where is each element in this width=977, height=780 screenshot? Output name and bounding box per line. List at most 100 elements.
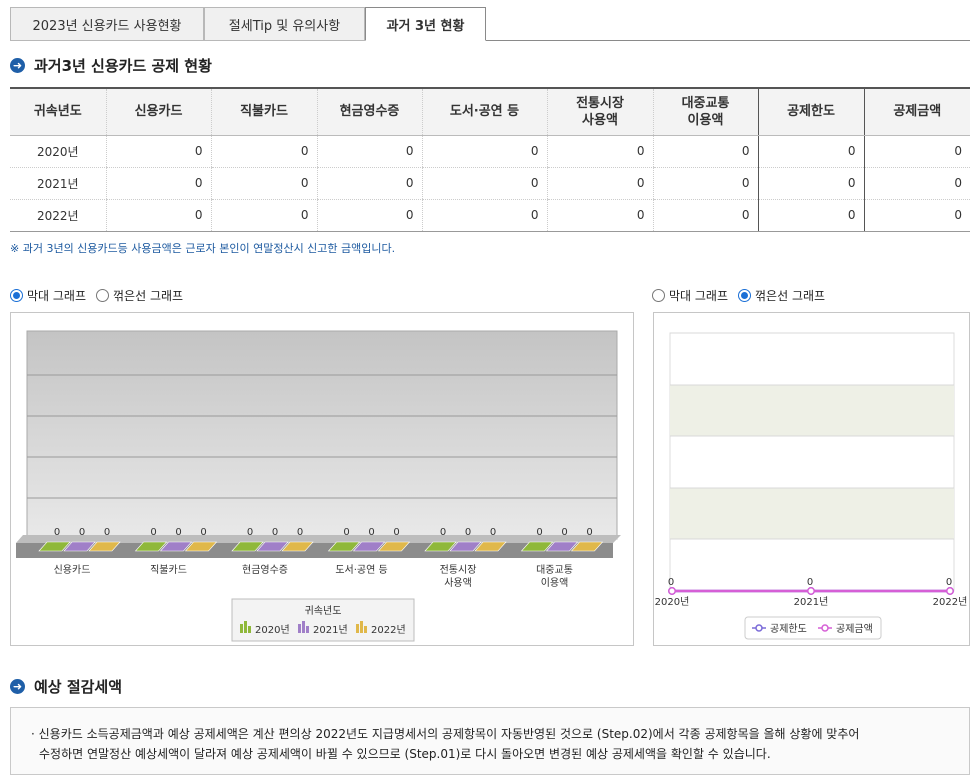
plot-band: [670, 385, 954, 436]
bar-data-label: 0: [343, 527, 349, 538]
table-cell-value: 0: [316, 167, 422, 200]
tab-tax-tips[interactable]: 절세Tip 및 유의사항: [204, 7, 365, 41]
line-chart: 0 2020년 0 2021년 0 2022년공제한도 공제금액: [655, 332, 968, 640]
table-cell-value: 0: [210, 199, 317, 232]
legend-marker: [821, 624, 829, 632]
table-cell-value: 0: [546, 167, 653, 200]
section-title-text: 과거3년 신용카드 공제 현황: [34, 57, 212, 75]
legend-swatch: [306, 626, 309, 633]
legend-swatch: [360, 621, 363, 633]
left-chart-type-toggle: 막대 그래프 꺾은선 그래프: [10, 287, 193, 304]
table-cell-value: 0: [546, 199, 653, 232]
legend-title: 귀속년도: [305, 605, 342, 617]
legend-label: 공제금액: [836, 623, 873, 635]
data-point: [946, 587, 954, 595]
line-chart-panel: 0 2020년 0 2021년 0 2022년 공제한도 공제금액: [653, 312, 970, 646]
col-header-limit: 공제한도: [757, 88, 864, 136]
bar-chart: 0 0 0 신용카드 0 0 0 직불카드 0 0 0 현금영수증 0 0 0 도서·공연 등 0 0 0 전통시장사…: [16, 330, 621, 642]
category-label: 대중교통: [536, 564, 573, 576]
plot-background: [26, 330, 618, 540]
legend-marker: [755, 624, 763, 632]
legend-label: 2022년: [371, 624, 406, 636]
tab-2023-usage[interactable]: 2023년 신용카드 사용현황: [10, 7, 204, 41]
table-cell-value: 0: [421, 135, 547, 168]
table-cell-value: 0: [863, 135, 970, 168]
table-header-row: 귀속년도 신용카드 직불카드 현금영수증 도서·공연 등 전통시장 사용액 대중교…: [10, 88, 970, 136]
x-tick-label: 2020년: [655, 596, 690, 608]
radio-bar-icon[interactable]: [652, 289, 665, 302]
bar-data-label: 0: [104, 527, 110, 538]
table-row: 2021년 0 0 0 0 0 0 0 0: [10, 167, 970, 200]
table-cell-value: 0: [757, 199, 864, 232]
radio-line-icon[interactable]: [96, 289, 110, 302]
category-label: 사용액: [444, 577, 472, 589]
col-header-cash-receipt: 현금영수증: [316, 88, 422, 136]
notice-line-2: 수정하면 연말정산 예상세액이 달라져 예상 공제세액이 바뀔 수 있으므로 (…: [39, 747, 771, 761]
category-label: 전통시장: [440, 564, 477, 576]
legend-label: 공제한도: [770, 623, 807, 635]
point-data-label: 0: [946, 577, 952, 588]
table-cell-value: 0: [863, 199, 970, 232]
table-cell-year: 2020년: [10, 135, 106, 168]
table-cell-value: 0: [316, 199, 422, 232]
legend-swatch: [298, 624, 301, 633]
left-bar-option[interactable]: 막대 그래프: [10, 287, 86, 304]
deduction-table: 귀속년도 신용카드 직불카드 현금영수증 도서·공연 등 전통시장 사용액 대중교…: [10, 87, 970, 232]
col-header-debit: 직불카드: [210, 88, 317, 136]
table-cell-value: 0: [105, 199, 211, 232]
table-cell-year: 2022년: [10, 199, 106, 232]
plot-background: [669, 332, 955, 592]
bar-data-label: 0: [200, 527, 206, 538]
bar-data-label: 0: [150, 527, 156, 538]
table-cell-value: 0: [105, 167, 211, 200]
table-cell-value: 0: [316, 135, 422, 168]
legend-swatch: [302, 621, 305, 633]
table-cell-value: 0: [210, 167, 317, 200]
legend-swatch: [240, 624, 243, 633]
right-chart-type-toggle: 막대 그래프 꺾은선 그래프: [652, 287, 835, 304]
col-header-credit: 신용카드: [105, 88, 211, 136]
table-cell-value: 0: [863, 167, 970, 200]
bar-data-label: 0: [175, 527, 181, 538]
table-row: 2022년 0 0 0 0 0 0 0 0: [10, 199, 970, 232]
col-header-market: 전통시장 사용액: [546, 88, 653, 136]
data-point: [807, 587, 815, 595]
bar-data-label: 0: [586, 527, 592, 538]
radio-label: 꺾은선 그래프: [755, 289, 826, 303]
table-cell-value: 0: [421, 199, 547, 232]
section-title-past-3-years: ➜ 과거3년 신용카드 공제 현황: [10, 55, 212, 76]
category-label: 직불카드: [150, 564, 187, 576]
col-header-books: 도서·공연 등: [421, 88, 547, 136]
arrow-circle-icon: ➜: [10, 58, 25, 73]
legend-swatch: [356, 624, 359, 633]
radio-bar-selected-icon[interactable]: [10, 289, 23, 302]
table-cell-value: 0: [652, 167, 758, 200]
table-cell-value: 0: [757, 167, 864, 200]
bar-data-label: 0: [465, 527, 471, 538]
x-tick-label: 2022년: [933, 596, 968, 608]
legend-swatch: [248, 626, 251, 633]
tab-past-3-years[interactable]: 과거 3년 현황: [365, 7, 486, 41]
bar-data-label: 0: [79, 527, 85, 538]
col-header-transit: 대중교통 이용액: [652, 88, 758, 136]
section-title-expected-savings: ➜ 예상 절감세액: [10, 676, 122, 697]
legend-swatch: [364, 626, 367, 633]
col-header-amount: 공제금액: [863, 88, 970, 136]
table-cell-value: 0: [210, 135, 317, 168]
table-cell-year: 2021년: [10, 167, 106, 200]
right-line-option[interactable]: 꺾은선 그래프: [738, 287, 825, 304]
point-data-label: 0: [668, 577, 674, 588]
bar-data-label: 0: [297, 527, 303, 538]
table-row: 2020년 0 0 0 0 0 0 0 0: [10, 135, 970, 168]
category-label: 도서·공연 등: [335, 564, 387, 576]
radio-line-selected-icon[interactable]: [738, 289, 752, 302]
right-bar-option[interactable]: 막대 그래프: [652, 287, 728, 304]
data-point: [668, 587, 676, 595]
legend-swatch: [244, 621, 247, 633]
bar-data-label: 0: [393, 527, 399, 538]
table-cell-value: 0: [421, 167, 547, 200]
notice-line-1: · 신용카드 소득공제금액과 예상 공제세액은 계산 편의상 2022년도 지급…: [31, 727, 860, 741]
col-header-year: 귀속년도: [10, 88, 106, 136]
left-line-option[interactable]: 꺾은선 그래프: [96, 287, 183, 304]
plot-band: [670, 488, 954, 539]
